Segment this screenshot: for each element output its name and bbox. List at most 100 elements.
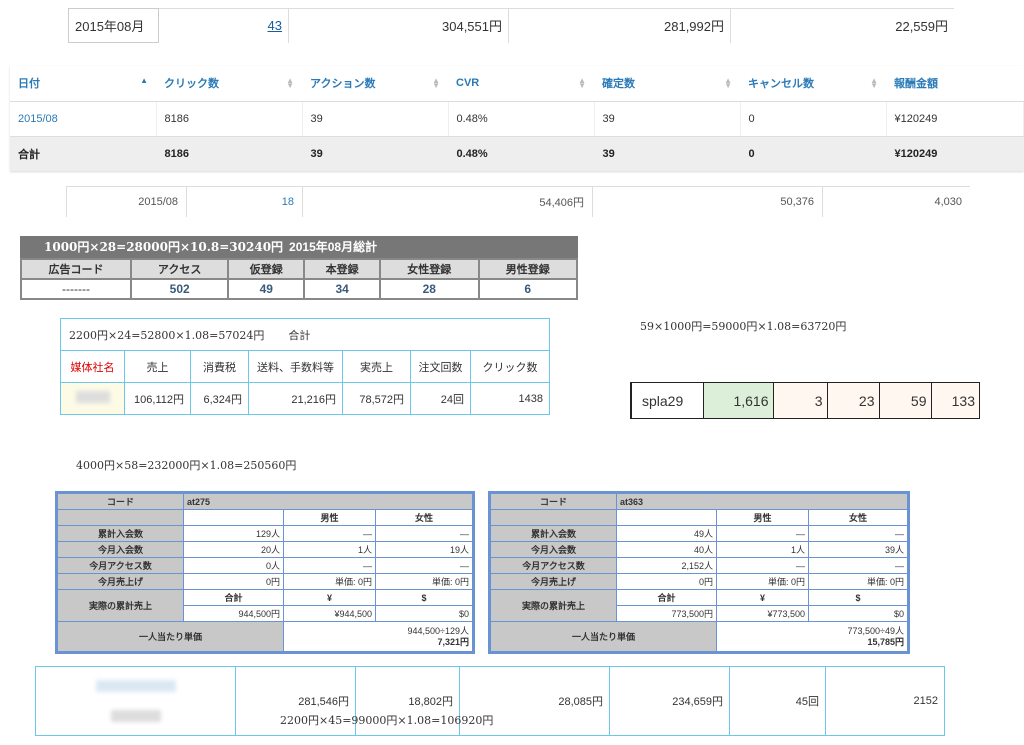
- table-cell: 234,659円: [609, 666, 730, 736]
- table-cell: 39人: [808, 541, 908, 558]
- media-name-blurred: [60, 382, 125, 415]
- table-total-row: 合計 8186 39 0.48% 39 0 ¥120249: [10, 136, 1024, 171]
- table-cell: -------: [20, 278, 132, 300]
- table-header: 男性登録: [477, 258, 578, 280]
- table-cell: 502: [129, 278, 230, 300]
- date-cell: 2015/08: [10, 101, 157, 137]
- col-confirmed[interactable]: 確定数 ▲ ▼: [594, 66, 740, 102]
- affiliate-report-table: 日付 ▲ クリック数 ▲ ▼ アクション数 ▲ ▼ CVR ▲ ▼ 確定数 ▲ ▼ キャンセル数 ▲…: [10, 66, 1024, 171]
- row-label: 一人当たり単価: [57, 621, 284, 652]
- table-header: ¥: [283, 589, 376, 606]
- table-cell: 0人: [183, 557, 284, 574]
- table-cell: 23: [826, 382, 880, 419]
- col-clicks[interactable]: クリック数 ▲ ▼: [156, 66, 302, 102]
- table-row: 2015/08 8186 39 0.48% 39 0 ¥120249: [10, 101, 1024, 137]
- col-date[interactable]: 日付 ▲: [10, 66, 156, 102]
- row-label: 今月入会数: [57, 541, 184, 558]
- row-label: 累計入会数: [57, 525, 184, 542]
- col-cancel[interactable]: キャンセル数 ▲ ▼: [740, 66, 886, 102]
- table-cell: —: [716, 557, 809, 574]
- table-cell: —: [808, 525, 908, 542]
- table-cell: 2,152人: [616, 557, 717, 574]
- row-label: 今月入会数: [490, 541, 617, 558]
- sales-summary: 2200円×24=52800×1.08=57024円 合計 媒体社名 売上 消費税…: [60, 318, 550, 415]
- code-value: at275: [183, 493, 473, 510]
- table-cell: 1人: [716, 541, 809, 558]
- spla-caption: 59×1000円=59000円×1.08=63720円: [640, 320, 847, 333]
- table-cell: 129人: [183, 525, 284, 542]
- table-header: 送料、手数料等: [248, 350, 343, 383]
- table-header: 実売上: [342, 350, 411, 383]
- count-cell: 43: [158, 8, 289, 43]
- table-header: コード: [490, 493, 617, 510]
- sort-asc-icon[interactable]: ▲: [140, 77, 148, 85]
- row-label: 累計入会数: [490, 525, 617, 542]
- table-cell: 21,216円: [248, 382, 343, 415]
- table-header: 女性: [808, 509, 908, 526]
- row-label: 今月売上げ: [57, 573, 184, 590]
- table-cell: —: [716, 525, 809, 542]
- table-cell: 78,572円: [342, 382, 411, 415]
- table-header: 消費税: [190, 350, 249, 383]
- table-header: 注文回数: [410, 350, 471, 383]
- media-name-blurred: [35, 666, 236, 736]
- code-value: at363: [616, 493, 908, 510]
- table-cell: 39: [302, 101, 449, 137]
- table-cell: 0: [740, 101, 887, 137]
- date-link[interactable]: 2015/08: [18, 113, 58, 125]
- col-reward[interactable]: 報酬金額: [886, 66, 1024, 102]
- row-label: 実際の累計売上: [490, 589, 617, 622]
- table-header: ¥: [716, 589, 809, 606]
- table-cell: 8186: [156, 136, 303, 171]
- table-cell: spla29: [630, 382, 704, 419]
- at275-table: コード at275 男性 女性 累計入会数 129人 — — 今月入会数 20人 1人 19…: [55, 491, 475, 654]
- row-label: 一人当たり単価: [490, 621, 717, 652]
- sort-icon[interactable]: ▲ ▼: [432, 77, 440, 90]
- table-cell: 19人: [375, 541, 473, 558]
- table-cell: 合計: [10, 136, 157, 171]
- col-actions[interactable]: アクション数 ▲ ▼: [302, 66, 448, 102]
- table-header: コード: [57, 493, 184, 510]
- table-cell: 34: [303, 278, 382, 300]
- sales-cell: 304,551円: [288, 8, 509, 43]
- table-cell: 24回: [410, 382, 471, 415]
- table-cell: 8186: [156, 101, 303, 137]
- table-cell: —: [375, 525, 473, 542]
- table-cell: 39: [302, 136, 449, 171]
- sort-icon[interactable]: ▲ ▼: [870, 77, 878, 90]
- table-header: アクセス: [129, 258, 230, 280]
- count-link[interactable]: 18: [282, 196, 294, 208]
- blank-cell: [490, 509, 617, 526]
- table-header: 男性: [716, 509, 809, 526]
- col-cvr[interactable]: CVR ▲ ▼: [448, 66, 594, 102]
- table-header: 売上: [124, 350, 191, 383]
- table-header: 女性: [375, 509, 473, 526]
- sort-icon[interactable]: ▲ ▼: [286, 77, 294, 90]
- table-cell: —: [283, 525, 376, 542]
- month-cell: 2015年08月: [68, 8, 159, 43]
- monthly-summary-row-2: 2015/08 18 54,406円 50,376 4,030: [66, 186, 970, 217]
- table-header: 合計: [183, 589, 284, 606]
- table-cell: —: [808, 557, 908, 574]
- blank-cell: [183, 509, 284, 526]
- table-cell: 20人: [183, 541, 284, 558]
- table-header: 合計: [616, 589, 717, 606]
- table-cell: 6,324円: [190, 382, 249, 415]
- table-cell: 0円: [616, 573, 717, 590]
- fee-cell: 4,030: [822, 186, 970, 217]
- table-header: 広告コード: [20, 258, 132, 280]
- table-cell: 40人: [616, 541, 717, 558]
- table-cell: 0円: [183, 573, 284, 590]
- sort-icon[interactable]: ▲ ▼: [724, 77, 732, 90]
- sort-icon[interactable]: ▲ ▼: [578, 77, 586, 90]
- table-cell: ¥944,500: [283, 605, 376, 622]
- sales-cell: 54,406円: [302, 186, 593, 217]
- monthly-summary-row-1: 2015年08月 43 304,551円 281,992円 22,559円: [68, 8, 954, 43]
- blank-cell: [616, 509, 717, 526]
- net-cell: 50,376: [592, 186, 823, 217]
- count-link[interactable]: 43: [268, 18, 282, 33]
- per-person-cell: 773,500÷49人 15,785円: [716, 621, 908, 652]
- registration-table: 広告コード アクセス 仮登録 本登録 女性登録 男性登録 ------- 502…: [20, 258, 578, 300]
- table-cell: 6: [477, 278, 578, 300]
- table-cell: 1人: [283, 541, 376, 558]
